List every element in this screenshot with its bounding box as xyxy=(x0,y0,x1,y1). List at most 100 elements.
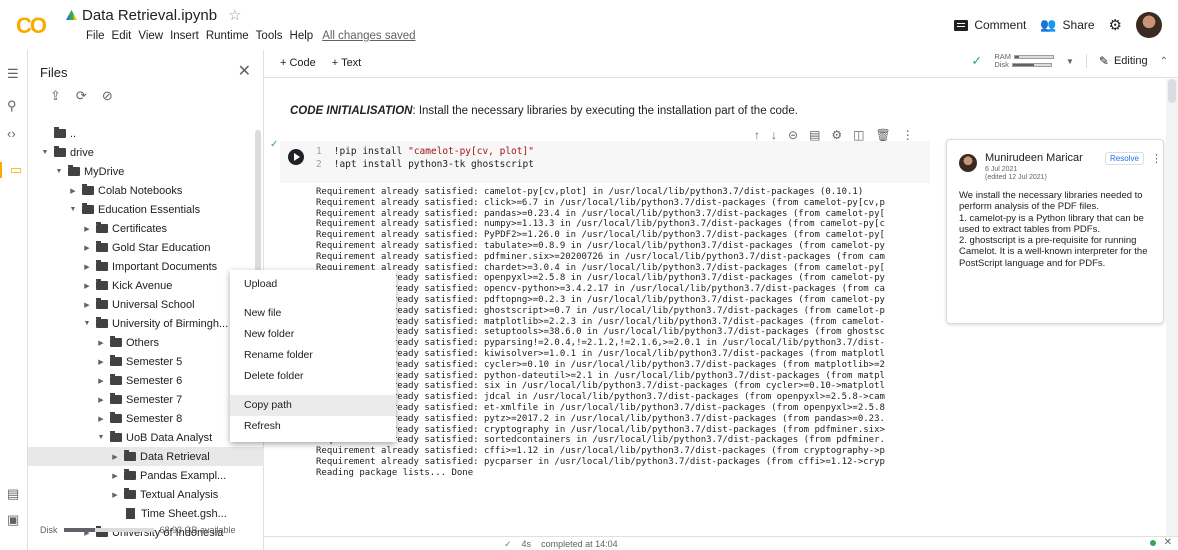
file-tree-item[interactable]: ▼ UoB Data Analyst xyxy=(28,428,264,447)
editing-mode-button[interactable]: ✎ Editing xyxy=(1085,54,1148,68)
expand-down-icon[interactable]: ▼ xyxy=(82,320,92,327)
code-brackets-icon[interactable]: ‹› xyxy=(7,126,16,141)
expand-down-icon[interactable]: ▼ xyxy=(96,434,106,441)
colab-logo[interactable]: CO xyxy=(16,13,47,39)
file-tree-item[interactable]: ▶ Pandas Exampl... xyxy=(28,466,264,485)
expand-right-icon[interactable]: ▶ xyxy=(68,187,78,195)
menu-lines-icon[interactable]: ☰ xyxy=(7,66,19,82)
expand-down-icon[interactable]: ▼ xyxy=(68,206,78,213)
comment-button[interactable]: Comment xyxy=(954,18,1026,32)
comment-cell-icon[interactable]: ▤ xyxy=(809,128,820,142)
menu-help[interactable]: Help xyxy=(290,30,314,42)
expand-right-icon[interactable]: ▶ xyxy=(96,396,106,404)
snippet-icon[interactable]: ▤ xyxy=(7,486,19,502)
context-menu-item[interactable]: Upload xyxy=(230,274,396,295)
output-line: Requirement already satisfied: six in /u… xyxy=(316,381,885,392)
notebook-scroll-thumb[interactable] xyxy=(1168,79,1176,103)
file-tree-item[interactable]: ▶ Universal School xyxy=(28,295,264,314)
menu-tools[interactable]: Tools xyxy=(256,30,283,42)
comment-card[interactable]: Munirudeen Maricar 6 Jul 2021 (edited 12… xyxy=(946,139,1164,324)
context-menu-item[interactable]: Delete folder xyxy=(230,366,396,387)
search-icon[interactable]: ⚲ xyxy=(7,98,17,114)
expand-right-icon[interactable]: ▶ xyxy=(82,263,92,271)
expand-right-icon[interactable]: ▶ xyxy=(82,301,92,309)
file-tree-item[interactable]: ▶ Data Retrieval xyxy=(28,447,264,466)
close-icon[interactable]: ✕ xyxy=(238,61,251,81)
menu-separator xyxy=(230,387,396,395)
context-menu-item[interactable]: Copy path xyxy=(230,395,396,416)
context-menu-item[interactable]: New folder xyxy=(230,324,396,345)
close-status-icon[interactable]: ✕ xyxy=(1164,537,1172,548)
expand-right-icon[interactable]: ▶ xyxy=(82,244,92,252)
file-tree-item[interactable]: .. xyxy=(28,124,264,143)
file-tree-item[interactable]: ▶ Semester 8 xyxy=(28,409,264,428)
expand-right-icon[interactable]: ▶ xyxy=(110,491,120,499)
menu-runtime[interactable]: Runtime xyxy=(206,30,249,42)
share-button[interactable]: 👥 Share xyxy=(1040,17,1094,33)
menu-edit[interactable]: Edit xyxy=(112,30,132,42)
gear-icon[interactable]: ⚙ xyxy=(1109,16,1122,34)
drive-toggle-icon[interactable]: ⊘ xyxy=(102,88,113,104)
pencil-icon: ✎ xyxy=(1098,54,1109,68)
add-code-button[interactable]: + Code xyxy=(280,57,316,69)
code-editor[interactable]: 1 !pip install "camelot-py[cv, plot]" 2 … xyxy=(316,145,534,171)
resolve-button[interactable]: Resolve xyxy=(1105,152,1144,165)
file-tree-item[interactable]: ▶ Semester 5 xyxy=(28,352,264,371)
expand-right-icon[interactable]: ▶ xyxy=(96,358,106,366)
link-icon[interactable]: ⊝ xyxy=(788,128,798,142)
expand-right-icon[interactable]: ▶ xyxy=(110,453,120,461)
resource-meter[interactable]: RAM Disk xyxy=(994,53,1054,69)
menu-file[interactable]: File xyxy=(86,30,105,42)
file-tree-item[interactable]: ▶ Others xyxy=(28,333,264,352)
file-tree-item[interactable]: Time Sheet.gsh... xyxy=(28,504,264,523)
notebook-scrollbar[interactable] xyxy=(1166,79,1178,550)
star-icon[interactable]: ☆ xyxy=(228,6,241,24)
context-menu-item[interactable]: New file xyxy=(230,303,396,324)
file-tree-item[interactable]: ▼ MyDrive xyxy=(28,162,264,181)
context-menu-item[interactable]: Refresh xyxy=(230,416,396,437)
file-tree-item[interactable]: ▶ Certificates xyxy=(28,219,264,238)
avatar[interactable] xyxy=(1136,12,1162,38)
file-tree-item[interactable]: ▼ drive xyxy=(28,143,264,162)
menu-view[interactable]: View xyxy=(138,30,163,42)
notebook-title[interactable]: Data Retrieval.ipynb xyxy=(82,7,217,24)
folder-icon[interactable]: ▭ xyxy=(0,162,22,178)
upload-icon[interactable]: ⇪ xyxy=(50,88,61,104)
folder-icon xyxy=(110,336,122,347)
file-tree-item[interactable]: ▶ Semester 7 xyxy=(28,390,264,409)
more-icon[interactable]: ⋮ xyxy=(902,128,914,142)
arrow-up-icon[interactable]: ↑ xyxy=(754,128,760,142)
chevron-up-icon[interactable]: ⌃ xyxy=(1160,56,1168,67)
mirror-icon[interactable]: ◫ xyxy=(853,128,864,142)
file-tree-item[interactable]: ▶ Kick Avenue xyxy=(28,276,264,295)
context-menu-item[interactable]: Rename folder xyxy=(230,345,396,366)
expand-right-icon[interactable]: ▶ xyxy=(96,415,106,423)
file-tree-item[interactable]: ▶ Semester 6 xyxy=(28,371,264,390)
file-tree-item[interactable]: ▼ Education Essentials xyxy=(28,200,264,219)
file-tree-item[interactable]: ▶ Textual Analysis xyxy=(28,485,264,504)
file-tree-item[interactable]: ▶ Important Documents xyxy=(28,257,264,276)
add-text-button[interactable]: + Text xyxy=(332,57,361,69)
terminal-icon[interactable]: ▣ xyxy=(7,512,19,528)
chevron-down-icon[interactable]: ▼ xyxy=(1066,57,1074,66)
arrow-down-icon[interactable]: ↓ xyxy=(771,128,777,142)
folder-icon xyxy=(96,279,108,290)
save-status-link[interactable]: All changes saved xyxy=(322,30,415,42)
menu-insert[interactable]: Insert xyxy=(170,30,199,42)
file-tree-item[interactable]: ▶ Colab Notebooks xyxy=(28,181,264,200)
expand-right-icon[interactable]: ▶ xyxy=(96,339,106,347)
expand-right-icon[interactable]: ▶ xyxy=(110,472,120,480)
settings-icon[interactable]: ⚙ xyxy=(831,128,842,142)
expand-down-icon[interactable]: ▼ xyxy=(54,168,64,175)
refresh-icon[interactable]: ⟳ xyxy=(76,88,87,104)
run-button[interactable] xyxy=(288,149,304,165)
intro-text-cell[interactable]: CODE INITIALISATION: Install the necessa… xyxy=(290,105,798,117)
delete-icon[interactable]: 🗑 xyxy=(876,128,891,142)
more-vert-icon[interactable]: ⋮ xyxy=(1151,152,1162,165)
expand-right-icon[interactable]: ▶ xyxy=(82,225,92,233)
expand-right-icon[interactable]: ▶ xyxy=(96,377,106,385)
expand-down-icon[interactable]: ▼ xyxy=(40,149,50,156)
file-tree-item[interactable]: ▶ Gold Star Education xyxy=(28,238,264,257)
file-tree-item[interactable]: ▼ University of Birmingh... xyxy=(28,314,264,333)
expand-right-icon[interactable]: ▶ xyxy=(82,282,92,290)
